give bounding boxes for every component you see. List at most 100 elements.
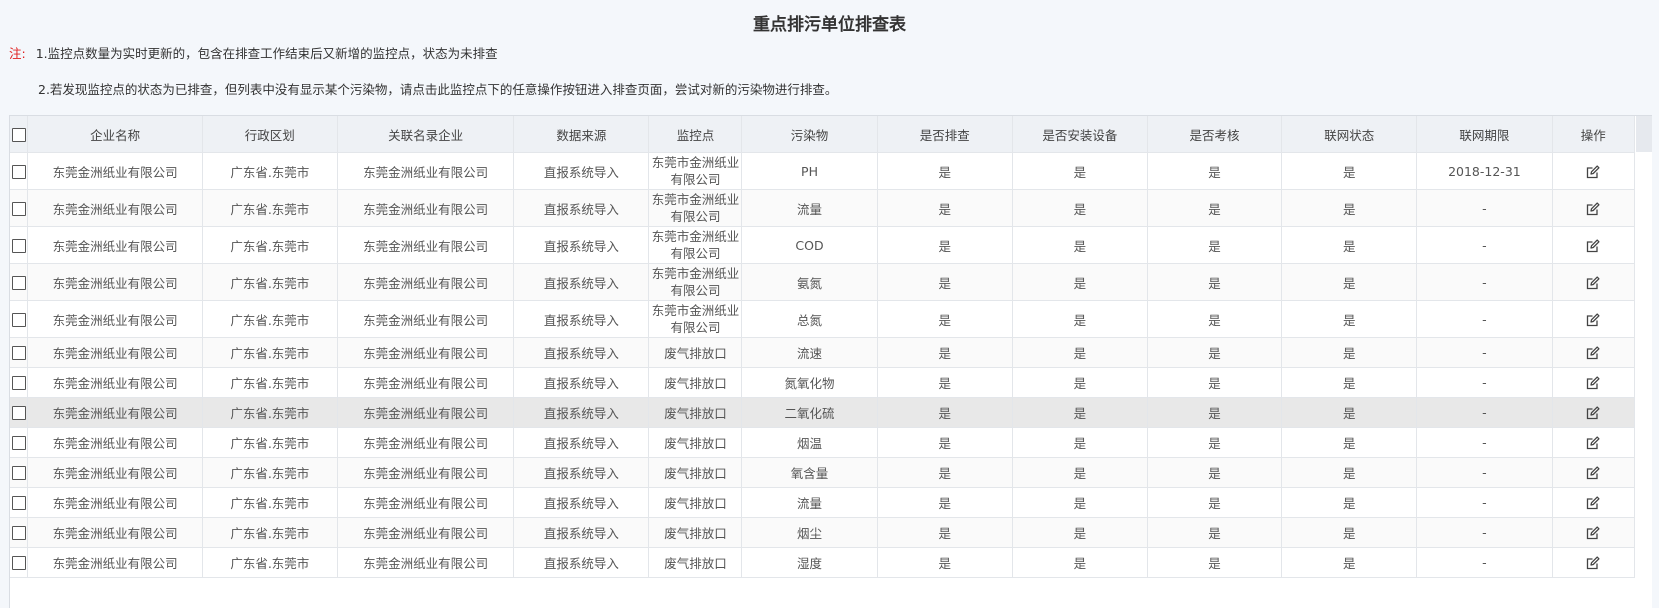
column-header[interactable]: 关联名录企业 xyxy=(337,116,515,153)
table-row[interactable]: 东莞金洲纸业有限公司 广东省.东莞市 东莞金洲纸业有限公司 直报系统导入 东莞市金洲纸业… xyxy=(10,300,1635,338)
column-header[interactable]: 污染物 xyxy=(741,116,878,153)
installed-cell: 是 xyxy=(1012,547,1148,578)
network-status-cell: 是 xyxy=(1281,367,1418,398)
row-checkbox[interactable] xyxy=(11,496,26,511)
pollutant-cell: 二氧化硫 xyxy=(741,397,878,428)
table-row[interactable]: 东莞金洲纸业有限公司 广东省.东莞市 东莞金洲纸业有限公司 直报系统导入 废气排放口 烟温… xyxy=(10,427,1635,458)
linked-company-cell: 东莞金洲纸业有限公司 xyxy=(337,337,515,368)
action-cell xyxy=(1552,517,1635,548)
table-row[interactable]: 东莞金洲纸业有限公司 广东省.东莞市 东莞金洲纸业有限公司 直报系统导入 废气排放口 氧含… xyxy=(10,457,1635,488)
table-row[interactable]: 东莞金洲纸业有限公司 广东省.东莞市 东莞金洲纸业有限公司 直报系统导入 废气排放口 流速… xyxy=(10,337,1635,368)
table-row[interactable]: 东莞金洲纸业有限公司 广东省.东莞市 东莞金洲纸业有限公司 直报系统导入 东莞市金洲纸业… xyxy=(10,189,1635,227)
table-row[interactable]: 东莞金洲纸业有限公司 广东省.东莞市 东莞金洲纸业有限公司 直报系统导入 东莞市金洲纸业… xyxy=(10,263,1635,301)
action-cell xyxy=(1552,427,1635,458)
company-cell: 东莞金洲纸业有限公司 xyxy=(27,152,203,190)
row-checkbox[interactable] xyxy=(11,346,26,361)
row-select-cell xyxy=(10,226,29,264)
edit-icon[interactable] xyxy=(1586,436,1600,450)
edit-icon[interactable] xyxy=(1586,406,1600,420)
network-deadline-cell: - xyxy=(1416,457,1553,488)
network-deadline-cell: - xyxy=(1416,397,1553,428)
edit-icon[interactable] xyxy=(1586,313,1600,327)
network-status-cell: 是 xyxy=(1281,397,1418,428)
monitor-point-cell: 东莞市金洲纸业有限公司 xyxy=(648,152,743,190)
row-select-cell xyxy=(10,547,29,578)
installed-cell: 是 xyxy=(1012,189,1148,227)
region-cell: 广东省.东莞市 xyxy=(202,189,338,227)
note-label: 注: xyxy=(9,46,26,61)
edit-icon[interactable] xyxy=(1586,496,1600,510)
row-checkbox[interactable] xyxy=(11,556,26,571)
row-select-cell xyxy=(10,487,29,518)
installed-cell: 是 xyxy=(1012,367,1148,398)
linked-company-cell: 东莞金洲纸业有限公司 xyxy=(337,263,515,301)
installed-cell: 是 xyxy=(1012,517,1148,548)
row-checkbox[interactable] xyxy=(11,275,26,290)
row-checkbox[interactable] xyxy=(11,376,26,391)
action-cell xyxy=(1552,487,1635,518)
checked-cell: 是 xyxy=(877,226,1013,264)
select-all-checkbox[interactable] xyxy=(11,127,26,142)
pollutant-cell: 氮氧化物 xyxy=(741,367,878,398)
row-checkbox[interactable] xyxy=(11,406,26,421)
table-row[interactable]: 东莞金洲纸业有限公司 广东省.东莞市 东莞金洲纸业有限公司 直报系统导入 东莞市金洲纸业… xyxy=(10,152,1635,190)
linked-company-cell: 东莞金洲纸业有限公司 xyxy=(337,300,515,338)
table-row[interactable]: 东莞金洲纸业有限公司 广东省.东莞市 东莞金洲纸业有限公司 直报系统导入 废气排放口 流量… xyxy=(10,487,1635,518)
company-cell: 东莞金洲纸业有限公司 xyxy=(27,397,203,428)
edit-icon[interactable] xyxy=(1586,376,1600,390)
column-header[interactable]: 监控点 xyxy=(648,116,743,153)
data-source-cell: 直报系统导入 xyxy=(513,263,650,301)
assessed-cell: 是 xyxy=(1147,547,1283,578)
edit-icon[interactable] xyxy=(1586,466,1600,480)
column-header[interactable]: 是否安装设备 xyxy=(1012,116,1148,153)
assessed-cell: 是 xyxy=(1147,189,1283,227)
installed-cell: 是 xyxy=(1012,263,1148,301)
data-source-cell: 直报系统导入 xyxy=(513,152,650,190)
region-cell: 广东省.东莞市 xyxy=(202,457,338,488)
company-cell: 东莞金洲纸业有限公司 xyxy=(27,367,203,398)
edit-icon[interactable] xyxy=(1586,276,1600,290)
installed-cell: 是 xyxy=(1012,337,1148,368)
column-header[interactable]: 数据来源 xyxy=(513,116,650,153)
data-source-cell: 直报系统导入 xyxy=(513,300,650,338)
column-header[interactable]: 是否排查 xyxy=(877,116,1013,153)
monitor-point-cell: 废气排放口 xyxy=(648,337,743,368)
table-row[interactable]: 东莞金洲纸业有限公司 广东省.东莞市 东莞金洲纸业有限公司 直报系统导入 废气排放口 二氧… xyxy=(10,397,1635,428)
checked-cell: 是 xyxy=(877,189,1013,227)
linked-company-cell: 东莞金洲纸业有限公司 xyxy=(337,152,515,190)
edit-icon[interactable] xyxy=(1586,556,1600,570)
edit-icon[interactable] xyxy=(1586,202,1600,216)
edit-icon[interactable] xyxy=(1586,346,1600,360)
region-cell: 广东省.东莞市 xyxy=(202,427,338,458)
row-checkbox[interactable] xyxy=(11,164,26,179)
row-checkbox[interactable] xyxy=(11,526,26,541)
edit-icon[interactable] xyxy=(1586,526,1600,540)
column-header[interactable]: 企业名称 xyxy=(27,116,203,153)
column-header[interactable]: 联网状态 xyxy=(1281,116,1418,153)
row-checkbox[interactable] xyxy=(11,466,26,481)
row-checkbox[interactable] xyxy=(11,201,26,216)
column-header[interactable]: 联网期限 xyxy=(1416,116,1553,153)
checked-cell: 是 xyxy=(877,517,1013,548)
row-checkbox[interactable] xyxy=(11,436,26,451)
region-cell: 广东省.东莞市 xyxy=(202,300,338,338)
table-row[interactable]: 东莞金洲纸业有限公司 广东省.东莞市 东莞金洲纸业有限公司 直报系统导入 废气排放口 烟尘… xyxy=(10,517,1635,548)
monitor-point-cell: 废气排放口 xyxy=(648,517,743,548)
network-status-cell: 是 xyxy=(1281,427,1418,458)
assessed-cell: 是 xyxy=(1147,367,1283,398)
checked-cell: 是 xyxy=(877,397,1013,428)
row-checkbox[interactable] xyxy=(11,312,26,327)
data-source-cell: 直报系统导入 xyxy=(513,226,650,264)
row-checkbox[interactable] xyxy=(11,238,26,253)
table-row[interactable]: 东莞金洲纸业有限公司 广东省.东莞市 东莞金洲纸业有限公司 直报系统导入 废气排放口 湿度… xyxy=(10,547,1635,578)
column-header[interactable]: 是否考核 xyxy=(1147,116,1283,153)
company-cell: 东莞金洲纸业有限公司 xyxy=(27,263,203,301)
edit-icon[interactable] xyxy=(1586,239,1600,253)
edit-icon[interactable] xyxy=(1586,165,1600,179)
table-row[interactable]: 东莞金洲纸业有限公司 广东省.东莞市 东莞金洲纸业有限公司 直报系统导入 东莞市金洲纸业… xyxy=(10,226,1635,264)
table-row[interactable]: 东莞金洲纸业有限公司 广东省.东莞市 东莞金洲纸业有限公司 直报系统导入 废气排放口 氮氧… xyxy=(10,367,1635,398)
row-select-cell xyxy=(10,152,29,190)
column-header[interactable]: 行政区划 xyxy=(202,116,338,153)
data-source-cell: 直报系统导入 xyxy=(513,517,650,548)
region-cell: 广东省.东莞市 xyxy=(202,547,338,578)
